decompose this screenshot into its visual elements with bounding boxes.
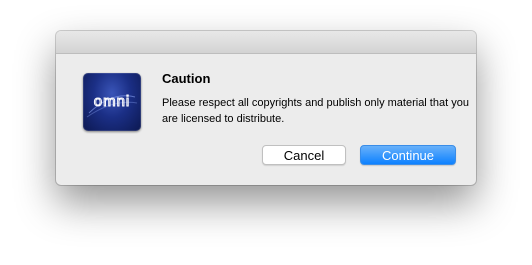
dialog-heading: Caution [162, 71, 211, 86]
dialog-message: Please respect all copyrights and publis… [162, 97, 469, 125]
dialog-titlebar[interactable] [56, 31, 476, 54]
omni-logo-text: omni [94, 93, 131, 110]
omni-app-icon: omni [83, 73, 141, 131]
cancel-button[interactable]: Cancel [262, 145, 346, 165]
omni-logo-icon: omni [86, 93, 138, 118]
continue-button[interactable]: Continue [360, 145, 456, 165]
screen: omni Caution Please respect all copyrigh… [0, 0, 532, 265]
caution-dialog: omni Caution Please respect all copyrigh… [56, 31, 476, 185]
